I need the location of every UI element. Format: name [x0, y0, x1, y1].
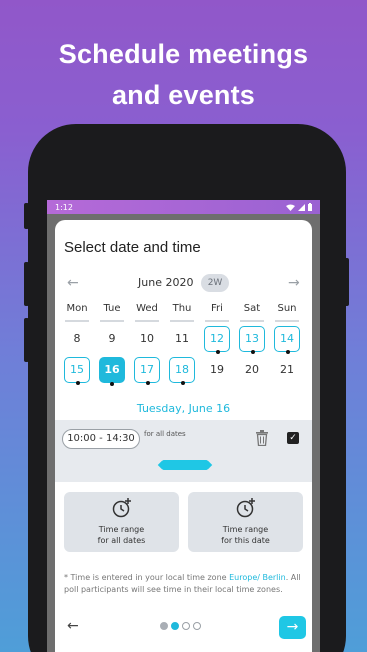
calendar-day[interactable]: 9	[99, 326, 125, 352]
range-toggle-button[interactable]: 2W	[201, 274, 229, 292]
weekday-divider	[100, 320, 124, 322]
page-indicator	[160, 622, 201, 630]
calendar-day-selected[interactable]: 12	[204, 326, 230, 354]
calendar-day-selected[interactable]: 14	[274, 326, 300, 354]
day-number: 14	[280, 332, 294, 345]
weekday-label: Thu	[172, 303, 192, 314]
card-title: Select date and time	[64, 239, 201, 256]
page-dot-active	[171, 622, 179, 630]
phone-screen: 1:12 Select date and time ← June 2020 2W…	[47, 200, 320, 652]
weekday-label: Mon	[66, 303, 88, 314]
date-time-card: Select date and time ← June 2020 2W → Mo…	[55, 220, 312, 652]
wifi-icon	[286, 204, 295, 211]
calendar-day[interactable]: 19	[204, 357, 230, 383]
time-range-chip[interactable]: 10:00 - 14:30	[62, 429, 140, 449]
headline: Schedule meetings and events	[0, 34, 367, 116]
event-dot	[286, 350, 290, 354]
phone-side-button	[24, 318, 29, 362]
drag-handle[interactable]	[162, 460, 208, 470]
trash-icon[interactable]	[255, 430, 269, 446]
event-dot	[110, 382, 114, 386]
calendar-day[interactable]: 20	[239, 357, 265, 383]
timezone-note: * Time is entered in your local time zon…	[64, 572, 304, 596]
day-number: 17	[140, 363, 154, 376]
option-line-1: Time range	[98, 525, 145, 534]
phone-side-button	[24, 262, 29, 306]
status-bar: 1:12	[47, 200, 320, 214]
calendar-day[interactable]: 8	[64, 326, 90, 352]
event-dot	[76, 381, 80, 385]
weekday-divider	[65, 320, 89, 322]
selected-date-label: Tuesday, June 16	[136, 402, 231, 415]
day-number: 12	[210, 332, 224, 345]
option-line-2: for this date	[221, 536, 270, 545]
checkbox-checked[interactable]: ✓	[287, 432, 299, 444]
prev-month-button[interactable]: ←	[67, 274, 79, 292]
next-month-button[interactable]: →	[288, 274, 300, 292]
day-number: 13	[245, 332, 259, 345]
weekday-label: Sat	[243, 303, 261, 314]
weekday-divider	[275, 320, 299, 322]
event-dot	[181, 381, 185, 385]
page-dot	[160, 622, 168, 630]
phone-side-button	[24, 203, 29, 229]
weekday-divider	[135, 320, 159, 322]
weekday-label: Fri	[211, 303, 223, 314]
calendar-day[interactable]: 10	[134, 326, 160, 352]
calendar-day-selected[interactable]: 15	[64, 357, 90, 385]
back-button[interactable]: ←	[67, 618, 79, 634]
calendar-day[interactable]: 21	[274, 357, 300, 383]
time-range-all-dates-button[interactable]: Time range for all dates	[64, 492, 179, 552]
day-number: 15	[70, 363, 84, 376]
time-slot-panel: 10:00 - 14:30 for all dates ✓	[55, 420, 312, 482]
signal-icon	[298, 203, 305, 211]
calendar-day-selected[interactable]: 17	[134, 357, 160, 385]
weekday-divider	[205, 320, 229, 322]
month-navigation: ← June 2020 2W →	[55, 274, 312, 292]
clock-plus-icon	[112, 498, 131, 518]
weekday-label: Wed	[136, 303, 158, 314]
battery-icon	[308, 203, 312, 211]
status-time: 1:12	[55, 202, 73, 212]
calendar-day[interactable]: 11	[169, 326, 195, 352]
time-scope-note: for all dates	[144, 430, 186, 438]
weekday-divider	[170, 320, 194, 322]
event-dot	[251, 350, 255, 354]
option-line-2: for all dates	[97, 536, 146, 545]
calendar-day-selected[interactable]: 13	[239, 326, 265, 354]
page-dot	[193, 622, 201, 630]
headline-line-1: Schedule meetings	[58, 39, 309, 69]
event-dot	[216, 350, 220, 354]
option-line-1: Time range	[222, 525, 269, 534]
time-range-this-date-button[interactable]: Time range for this date	[188, 492, 303, 552]
phone-power-button	[344, 258, 349, 306]
next-button[interactable]: →	[279, 616, 306, 639]
timezone-link[interactable]: Europe/ Berlin	[229, 573, 286, 582]
calendar-day-selected[interactable]: 18	[169, 357, 195, 385]
day-number: 16	[104, 363, 120, 376]
weekday-label: Tue	[103, 303, 121, 314]
note-prefix: * Time is entered in your local time zon…	[64, 573, 230, 582]
month-label: June 2020	[138, 276, 194, 289]
calendar-day-active[interactable]: 16	[99, 357, 125, 386]
clock-plus-icon	[236, 498, 255, 518]
event-dot	[146, 381, 150, 385]
day-number: 18	[175, 363, 189, 376]
page-dot	[182, 622, 190, 630]
weekday-label: Sun	[277, 303, 297, 314]
headline-line-2: and events	[111, 80, 256, 110]
weekday-divider	[240, 320, 264, 322]
